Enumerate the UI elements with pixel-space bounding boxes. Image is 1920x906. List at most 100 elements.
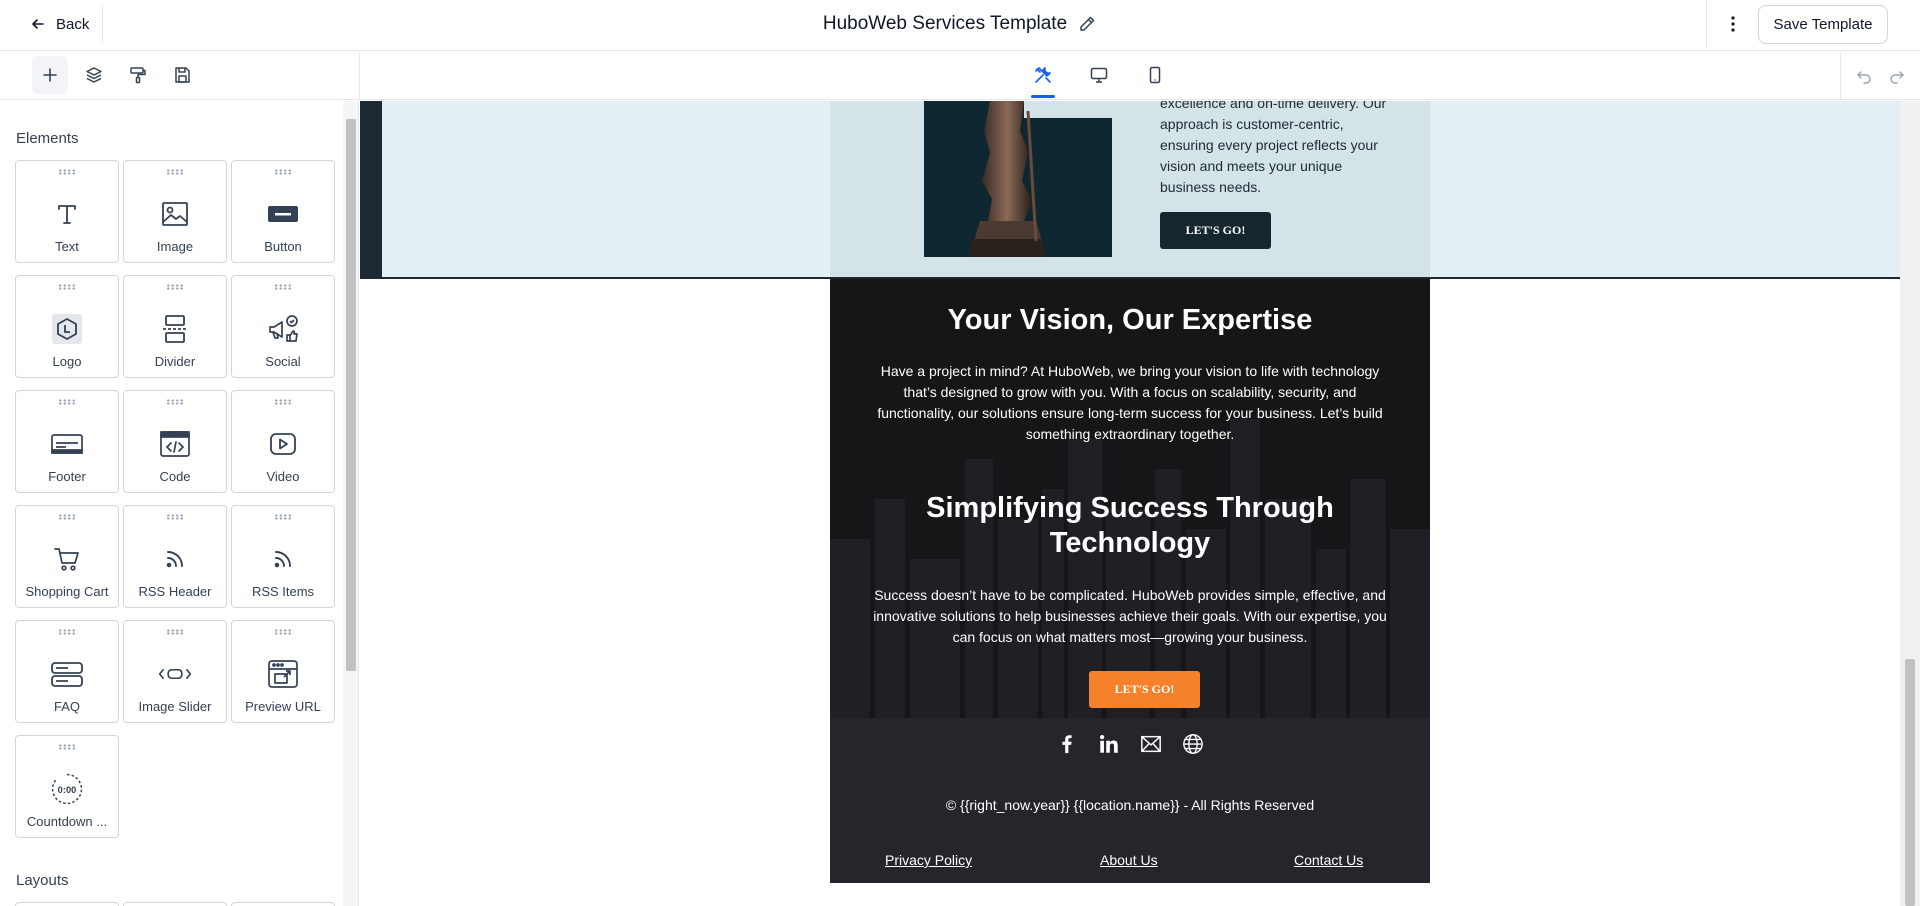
drag-handle-icon[interactable]	[274, 399, 292, 405]
drag-handle-icon[interactable]	[58, 514, 76, 520]
paragraph-vision[interactable]: Have a project in mind? At HuboWeb, we b…	[870, 361, 1390, 445]
slider-icon	[158, 668, 192, 680]
element-tile-social[interactable]: Social	[231, 275, 335, 378]
selected-hero-row[interactable]: excellence and on-time delivery. Our app…	[360, 101, 1900, 279]
hero-section[interactable]: excellence and on-time delivery. Our app…	[830, 101, 1430, 277]
email-footer[interactable]: © {{right_now.year}} {{location.name}} -…	[830, 718, 1430, 883]
copyright-text[interactable]: © {{right_now.year}} {{location.name}} -…	[830, 797, 1430, 813]
element-label: RSS Header	[138, 584, 212, 599]
divider-icon	[163, 315, 187, 343]
heading-simplifying[interactable]: Simplifying Success Through Technology	[900, 491, 1360, 561]
top-bar: Back HuboWeb Services Template Save Temp…	[0, 0, 1920, 51]
element-tile-footer[interactable]: Footer	[15, 390, 119, 493]
website-globe-icon[interactable]	[1181, 732, 1205, 756]
drag-handle-icon[interactable]	[58, 629, 76, 635]
drag-handle-icon[interactable]	[166, 514, 184, 520]
element-label: Button	[264, 239, 302, 254]
heading-vision[interactable]: Your Vision, Our Expertise	[830, 303, 1430, 338]
template-title: HuboWeb Services Template	[822, 13, 1068, 34]
drag-handle-icon[interactable]	[166, 399, 184, 405]
cta-lets-go-button[interactable]: LET'S GO!	[1089, 671, 1200, 708]
element-tile-rss-header[interactable]: RSS Header	[123, 505, 227, 608]
logo-icon	[52, 314, 82, 344]
vision-section[interactable]: Your Vision, Our Expertise Have a projec…	[830, 279, 1430, 718]
element-label: Logo	[52, 354, 82, 369]
drag-handle-icon[interactable]	[274, 629, 292, 635]
layout-tile[interactable]	[231, 902, 335, 906]
redo-icon[interactable]	[1889, 68, 1905, 84]
about-us-link[interactable]: About Us	[1100, 852, 1158, 868]
drag-handle-icon[interactable]	[166, 169, 184, 175]
layers-button[interactable]	[76, 56, 112, 94]
drag-handle-icon[interactable]	[166, 629, 184, 635]
element-label: Image	[156, 239, 194, 254]
linkedin-icon[interactable]	[1097, 732, 1121, 756]
tab-desktop-preview[interactable]	[1085, 60, 1113, 90]
hero-lets-go-button[interactable]: LET'S GO!	[1160, 212, 1271, 249]
sidebar-scroll-thumb[interactable]	[346, 119, 356, 671]
drag-handle-icon[interactable]	[58, 744, 76, 750]
element-label: Countdown ...	[26, 814, 108, 829]
kebab-menu-icon	[1730, 16, 1735, 32]
element-tile-rss-items[interactable]: RSS Items	[231, 505, 335, 608]
tools-icon	[1035, 67, 1051, 83]
tab-mobile-preview[interactable]	[1141, 60, 1169, 90]
element-tile-image[interactable]: Image	[123, 160, 227, 263]
canvas-scrollbar[interactable]	[1900, 101, 1920, 906]
element-tile-divider[interactable]: Divider	[123, 275, 227, 378]
styles-button[interactable]	[120, 56, 156, 94]
arrow-left-icon	[32, 19, 44, 29]
save-template-button[interactable]: Save Template	[1758, 5, 1888, 44]
contact-us-link[interactable]: Contact Us	[1294, 852, 1363, 868]
paint-roller-icon	[130, 67, 146, 84]
element-tile-shopping-cart[interactable]: Shopping Cart	[15, 505, 119, 608]
privacy-policy-link[interactable]: Privacy Policy	[885, 852, 972, 868]
element-label: FAQ	[53, 699, 80, 714]
hero-statue-image[interactable]	[950, 101, 1060, 257]
email-canvas: excellence and on-time delivery. Our app…	[360, 101, 1900, 906]
canvas-scroll-thumb[interactable]	[1905, 659, 1915, 906]
email-icon[interactable]	[1139, 732, 1163, 756]
undo-icon[interactable]	[1856, 68, 1872, 84]
element-label: Social	[265, 354, 301, 369]
element-label: Preview URL	[245, 699, 321, 714]
drag-handle-icon[interactable]	[58, 169, 76, 175]
footer-icon	[51, 434, 83, 454]
paragraph-simplifying[interactable]: Success doesn’t have to be complicated. …	[870, 585, 1390, 648]
drag-handle-icon[interactable]	[274, 284, 292, 290]
mobile-icon	[1149, 66, 1161, 84]
element-tile-text[interactable]: Text	[15, 160, 119, 263]
element-tile-logo[interactable]: Logo	[15, 275, 119, 378]
faq-icon	[51, 662, 83, 687]
plus-icon	[43, 68, 57, 82]
element-tile-button[interactable]: Button	[231, 160, 335, 263]
element-tile-code[interactable]: Code	[123, 390, 227, 493]
add-elements-button[interactable]	[32, 56, 68, 94]
save-draft-button[interactable]	[164, 56, 200, 94]
layout-tile[interactable]	[123, 902, 227, 906]
drag-handle-icon[interactable]	[166, 284, 184, 290]
pencil-edit-icon[interactable]	[1077, 14, 1097, 34]
element-tile-countdown[interactable]: 0:00 Countdown ...	[15, 735, 119, 838]
sidebar-toolbar	[0, 52, 360, 100]
facebook-icon[interactable]	[1055, 732, 1079, 756]
sidebar-scrollbar[interactable]	[343, 101, 359, 906]
drag-handle-icon[interactable]	[58, 284, 76, 290]
drag-handle-icon[interactable]	[274, 514, 292, 520]
elements-sidebar: Elements Text Image Button Logo Divider	[0, 101, 342, 906]
element-tile-faq[interactable]: FAQ	[15, 620, 119, 723]
tab-editor-tools[interactable]	[1029, 60, 1057, 98]
layout-tile[interactable]	[15, 902, 119, 906]
code-icon	[160, 431, 190, 457]
element-tile-image-slider[interactable]: Image Slider	[123, 620, 227, 723]
element-tile-preview-url[interactable]: Preview URL	[231, 620, 335, 723]
element-label: RSS Items	[251, 584, 315, 599]
hero-text[interactable]: excellence and on-time delivery. Our app…	[1160, 101, 1390, 198]
rss-icon	[166, 551, 183, 568]
more-options-button[interactable]	[1706, 0, 1758, 48]
social-icon	[269, 315, 298, 342]
back-button[interactable]: Back	[12, 6, 103, 42]
drag-handle-icon[interactable]	[58, 399, 76, 405]
drag-handle-icon[interactable]	[274, 169, 292, 175]
element-tile-video[interactable]: Video	[231, 390, 335, 493]
